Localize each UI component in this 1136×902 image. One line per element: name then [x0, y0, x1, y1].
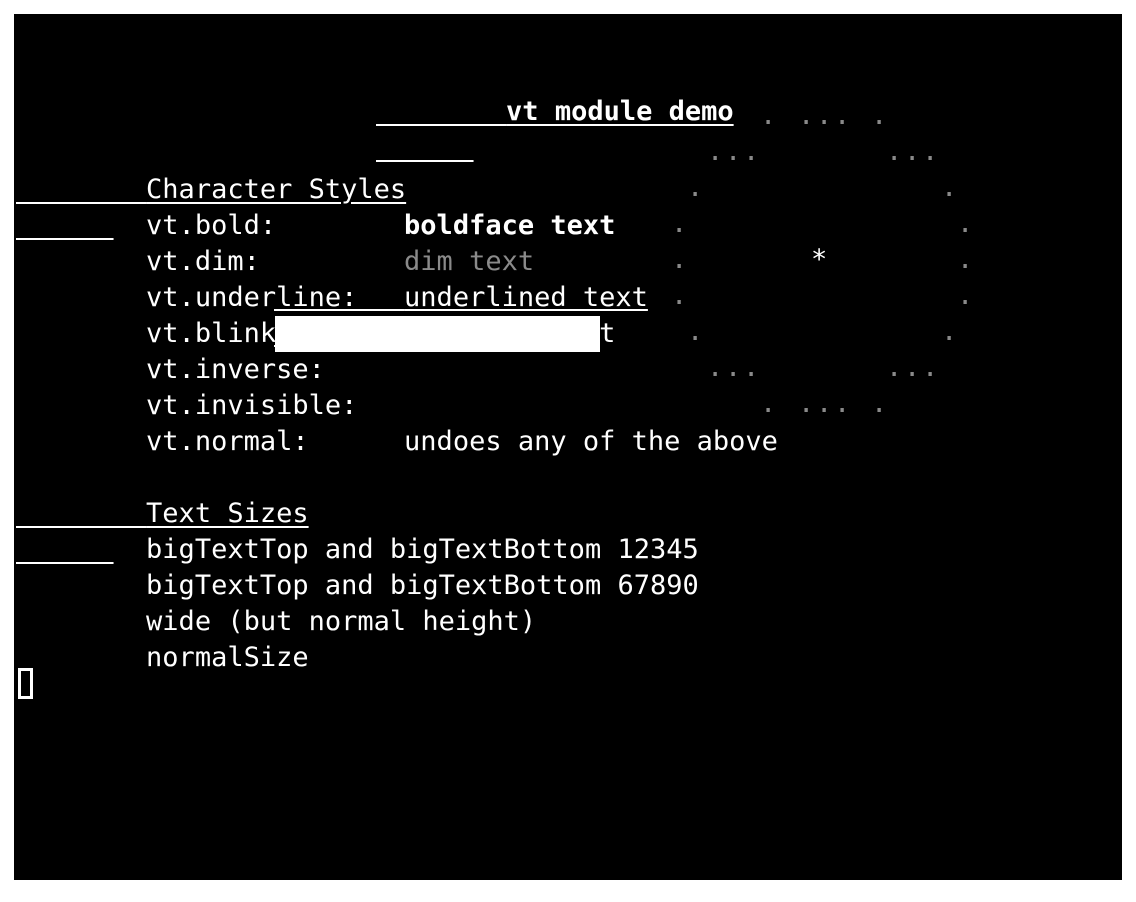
text-cursor[interactable] — [18, 668, 33, 699]
sample-bold: boldface text — [274, 172, 615, 241]
line-wide-text: wide (but normal height) — [16, 568, 536, 637]
sample-normal-text: undoes any of the above — [404, 426, 778, 457]
section-heading-character-styles: Character Styles — [16, 136, 406, 205]
sample-inverse: inverse text — [275, 316, 601, 385]
screen-page: vt module demo Character Styles vt.bold:… — [0, 0, 1136, 902]
terminal-text-grid: vt module demo Character Styles vt.bold:… — [14, 14, 1122, 880]
row-vt-invisible: vt.invisible: — [16, 352, 357, 421]
row-vt-bold: vt.bold: — [16, 172, 276, 241]
sample-dim: dim text — [274, 208, 534, 277]
line-big-text-top: bigTextTop and bigTextBottom 12345 — [16, 496, 699, 565]
line-normal-size: normalSize — [16, 604, 309, 673]
row-vt-dim: vt.dim: — [16, 208, 260, 277]
row-vt-blink: vt.blink: — [16, 280, 292, 349]
page-title-text: vt module demo — [506, 96, 734, 127]
line-normal-size-text: normalSize — [146, 642, 309, 673]
page-title: vt module demo — [376, 58, 734, 127]
terminal-screen[interactable]: vt module demo Character Styles vt.bold:… — [14, 14, 1122, 880]
row-vt-normal: vt.normal: — [16, 388, 309, 457]
sample-normal: undoes any of the above — [274, 388, 778, 457]
sample-underline: underlined text — [274, 244, 648, 313]
section-heading-text-sizes: Text Sizes — [16, 460, 309, 529]
line-big-text-bottom: bigTextTop and bigTextBottom 67890 — [16, 532, 699, 601]
sample-inverse-text: inverse text — [405, 354, 601, 385]
sample-blink: blinking text — [274, 280, 615, 349]
